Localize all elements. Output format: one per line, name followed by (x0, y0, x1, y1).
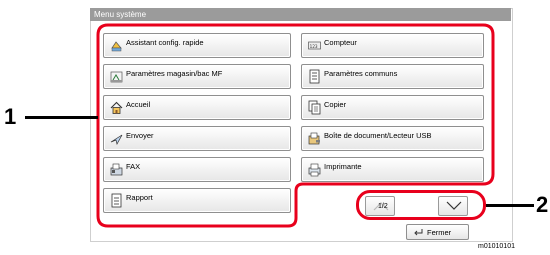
reference-code: m01010101 (478, 243, 515, 250)
chevron-down-icon (446, 201, 462, 210)
callout-line-2 (486, 204, 534, 207)
close-button-label: Fermer (427, 228, 452, 237)
callout-number-1: 1 (4, 104, 17, 129)
page-indicator: 1/2 (378, 203, 388, 210)
callout-number-2: 2 (536, 192, 549, 217)
return-arrow-icon (414, 229, 423, 236)
callout-line-1 (25, 116, 98, 119)
page-down-button[interactable] (438, 196, 468, 216)
close-button[interactable]: Fermer (406, 224, 469, 240)
